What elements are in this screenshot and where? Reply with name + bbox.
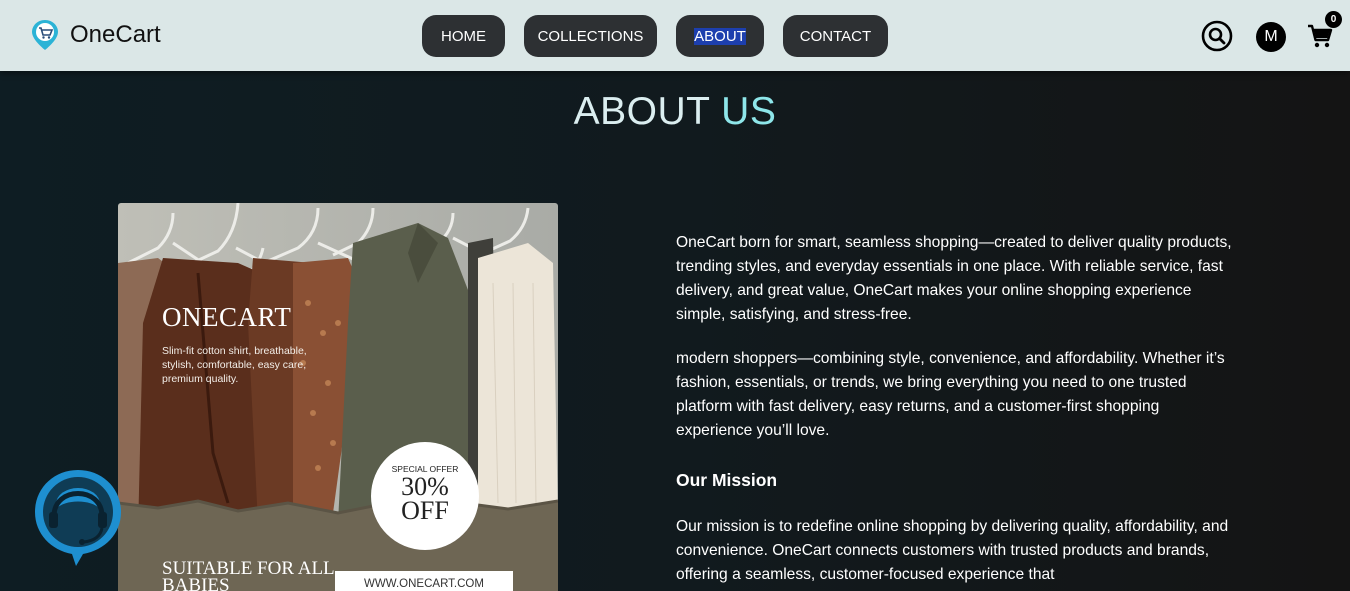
- page-title-part1: ABOUT: [573, 90, 710, 133]
- about-paragraph-2: modern shoppers—combining style, conveni…: [676, 350, 1225, 439]
- nav-collections-label: COLLECTIONS: [537, 27, 644, 45]
- cart-count-badge: 0: [1325, 11, 1342, 28]
- about-paragraph-1: OneCart born for smart, seamless shoppin…: [676, 234, 1232, 323]
- about-banner-image: ONECART Slim-fit cotton shirt, breathabl…: [118, 203, 558, 591]
- nav-contact-label: CONTACT: [799, 27, 872, 45]
- nav-about[interactable]: ABOUT: [676, 15, 764, 57]
- page-title: ABOUT US: [0, 90, 1350, 134]
- offer-off: OFF: [401, 496, 449, 525]
- search-icon[interactable]: [1201, 20, 1233, 52]
- customer-support-icon[interactable]: [30, 466, 126, 570]
- nav-collections[interactable]: COLLECTIONS: [524, 15, 657, 57]
- nav-contact[interactable]: CONTACT: [783, 15, 888, 57]
- page-title-part2: US: [721, 90, 777, 133]
- about-content: OneCart born for smart, seamless shoppin…: [676, 231, 1236, 591]
- mission-paragraph: Our mission is to redefine online shoppi…: [676, 518, 1229, 583]
- banner-url: WWW.ONECART.COM: [335, 571, 513, 591]
- special-offer-badge: SPECIAL OFFER 30% OFF: [371, 442, 479, 550]
- clothes-rack-illustration: [118, 203, 558, 591]
- cart-logo-icon: [32, 20, 58, 50]
- avatar-initial: M: [1264, 28, 1278, 45]
- mission-heading: Our Mission: [676, 470, 778, 490]
- banner-brand: ONECART: [162, 302, 292, 332]
- nav-home[interactable]: HOME: [422, 15, 505, 57]
- nav-about-label: ABOUT: [694, 27, 746, 45]
- cart-count: 0: [1330, 14, 1337, 25]
- user-avatar[interactable]: M: [1256, 22, 1286, 52]
- navbar: OneCart HOME COLLECTIONS ABOUT CONTACT M…: [0, 0, 1350, 71]
- nav-home-label: HOME: [441, 27, 486, 45]
- brand-logo[interactable]: OneCart: [30, 18, 161, 52]
- brand-name: OneCart: [70, 21, 161, 48]
- banner-tagline: SUITABLE FOR ALL BABIES: [162, 558, 334, 591]
- banner-description: Slim-fit cotton shirt, breathable, styli…: [162, 345, 307, 385]
